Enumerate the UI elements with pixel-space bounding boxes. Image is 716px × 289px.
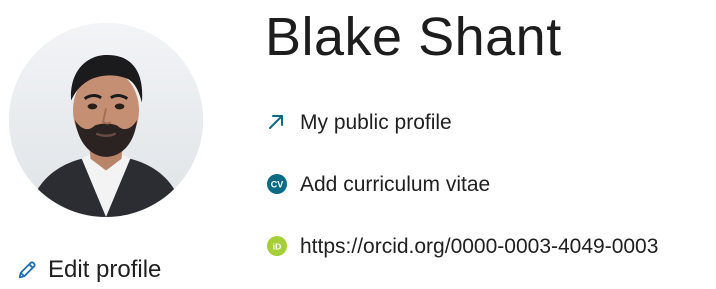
- svg-text:CV: CV: [271, 180, 284, 190]
- edit-profile-label: Edit profile: [48, 256, 162, 283]
- profile-links: My public profile CV Add curriculum vita…: [266, 106, 658, 289]
- orcid-url: https://orcid.org/0000-0003-4049-0003: [300, 234, 659, 258]
- svg-text:iD: iD: [273, 242, 282, 252]
- external-arrow-icon: [266, 112, 286, 132]
- cv-icon: CV: [266, 173, 288, 195]
- add-cv-link[interactable]: CV Add curriculum vitae: [266, 168, 658, 200]
- add-cv-label: Add curriculum vitae: [300, 172, 491, 196]
- orcid-icon: iD: [266, 235, 288, 257]
- profile-header: Edit profile Blake Shant My public profi…: [0, 0, 716, 289]
- orcid-link[interactable]: iD https://orcid.org/0000-0003-4049-0003: [266, 230, 658, 262]
- pencil-icon: [16, 259, 38, 281]
- profile-name: Blake Shant: [265, 7, 562, 67]
- public-profile-link[interactable]: My public profile: [266, 106, 658, 138]
- avatar: [9, 23, 203, 217]
- edit-profile-link[interactable]: Edit profile: [16, 258, 161, 282]
- public-profile-label: My public profile: [300, 110, 452, 134]
